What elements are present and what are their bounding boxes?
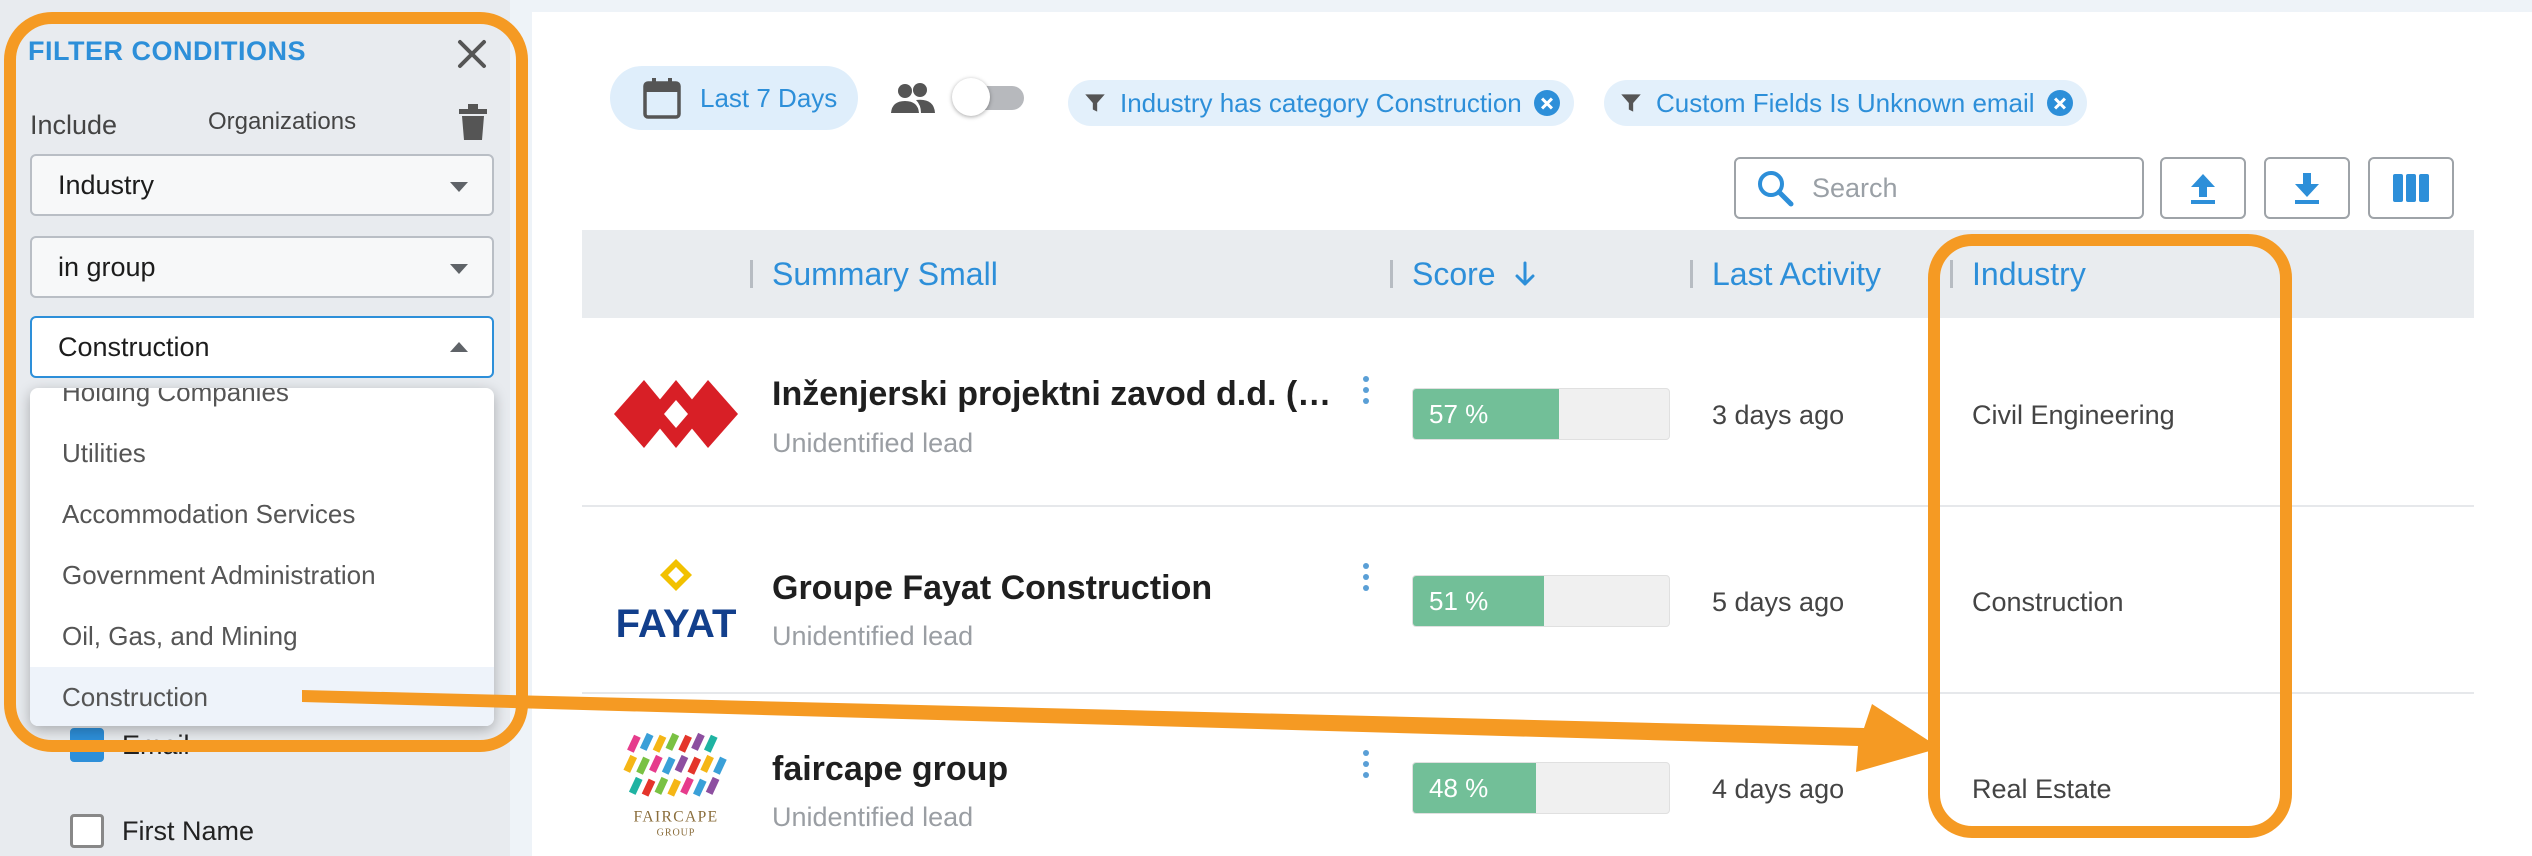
column-divider[interactable] [1690,260,1693,288]
more-options-icon[interactable] [1360,750,1372,782]
column-divider[interactable] [1390,260,1393,288]
trash-icon[interactable] [456,103,490,141]
checkbox-unchecked[interactable] [70,814,104,848]
score-bar: 57 % [1412,388,1670,440]
company-logo: FAIRCAPE GROUP [623,732,727,838]
toggle-knob [952,78,990,116]
company-logo [614,380,738,448]
filter-icon [1085,94,1105,112]
chevron-up-icon [450,342,468,352]
calendar-icon [643,78,681,119]
search-input[interactable] [1812,172,2112,204]
column-header-last-activity[interactable]: Last Activity [1712,230,1881,318]
last-activity: 5 days ago [1712,587,1845,617]
operator-select[interactable]: in group [30,236,494,298]
column-divider[interactable] [1950,260,1953,288]
field-select[interactable]: Industry [30,154,494,216]
industry-value: Construction [1972,587,2124,617]
column-header-industry[interactable]: Industry [1972,230,2086,318]
company-name[interactable]: Inženjerski projektni zavod d.d. (… [772,375,1331,414]
logo-text: FAYAT [616,602,737,646]
filter-panel: FILTER CONDITIONS Include Organizations … [0,0,510,856]
upload-button[interactable] [2160,157,2246,219]
score-label: 57 % [1429,398,1489,429]
dropdown-option[interactable]: Government Administration [30,545,494,606]
columns-button[interactable] [2368,157,2454,219]
lead-status: Unidentified lead [772,428,974,458]
company-logo: FAYAT [616,559,737,646]
industry-value: Real Estate [1972,774,2112,804]
score-label: 48 % [1429,772,1489,803]
filter-chip-industry[interactable]: Industry has category Construction [1068,80,1574,126]
column-option-email[interactable]: Email [70,728,190,762]
filter-chip-label: Custom Fields Is Unknown email [1656,87,2035,118]
logo-text: FAIRCAPE [634,809,719,826]
column-option-label: First Name [122,815,255,846]
operator-select-value: in group [58,251,156,282]
table-row[interactable]: Inženjerski projektni zavod d.d. (… Unid… [582,320,2474,507]
company-name[interactable]: faircape group [772,750,1008,789]
lead-status: Unidentified lead [772,802,974,832]
score-bar: 48 % [1412,762,1670,814]
dropdown-option[interactable]: Holding Companies [30,388,494,423]
value-select-value: Construction [58,331,210,362]
entity-label: Organizations [208,108,357,135]
dropdown-option[interactable]: Utilities [30,423,494,484]
logo-subtext: GROUP [657,827,696,838]
dropdown-list: Holding Companies Utilities Accommodatio… [30,388,494,726]
column-header-summary[interactable]: Summary Small [772,230,998,318]
score-fill: 48 % [1413,763,1536,813]
chevron-down-icon [450,264,468,274]
filter-chip-custom-fields[interactable]: Custom Fields Is Unknown email [1604,80,2087,126]
column-header-label: Score [1412,255,1496,292]
arrow-down-icon [1515,261,1535,286]
score-fill: 51 % [1413,576,1544,626]
chevron-down-icon [450,182,468,192]
filter-icon [1621,94,1641,112]
table-row[interactable]: FAIRCAPE GROUP faircape group Unidentifi… [582,694,2474,856]
company-name[interactable]: Groupe Fayat Construction [772,569,1212,608]
date-range-label: Last 7 Days [700,82,838,113]
more-options-icon[interactable] [1360,563,1372,595]
column-header-score[interactable]: Score [1412,230,1540,318]
download-icon [2295,173,2319,204]
filter-chip-label: Industry has category Construction [1120,87,1522,118]
last-activity: 3 days ago [1712,400,1845,430]
group-toggle[interactable] [952,78,1028,116]
column-option-first-name[interactable]: First Name [70,814,254,848]
field-select-value: Industry [58,169,155,200]
column-divider[interactable] [750,260,753,288]
people-icon [891,83,935,113]
value-select[interactable]: Construction [30,316,494,378]
table-row[interactable]: FAYAT Groupe Fayat Construction Unidenti… [582,507,2474,694]
lead-status: Unidentified lead [772,621,974,651]
upload-icon [2191,174,2215,204]
dropdown-option-selected[interactable]: Construction [30,667,494,726]
remove-chip-icon[interactable] [1533,90,1560,116]
industry-value: Civil Engineering [1972,400,2175,430]
last-activity: 4 days ago [1712,774,1845,804]
dropdown-option[interactable]: Oil, Gas, and Mining [30,606,494,667]
close-icon[interactable] [448,30,496,78]
filter-panel-title: FILTER CONDITIONS [28,36,306,66]
include-label: Include [30,110,118,140]
score-bar: 51 % [1412,575,1670,627]
score-label: 51 % [1429,585,1489,616]
search-icon [1758,171,1794,207]
columns-icon [2393,174,2429,202]
column-option-label: Email [122,729,190,760]
table-header: Summary Small Score Last Activity Indust… [582,230,2474,318]
more-options-icon[interactable] [1360,376,1372,408]
download-button[interactable] [2264,157,2350,219]
checkbox-checked[interactable] [70,728,104,762]
dropdown-option[interactable]: Accommodation Services [30,484,494,545]
remove-chip-icon[interactable] [2046,90,2073,116]
score-fill: 57 % [1413,389,1559,439]
search-box[interactable] [1734,157,2144,219]
date-range-chip[interactable]: Last 7 Days [610,66,858,130]
